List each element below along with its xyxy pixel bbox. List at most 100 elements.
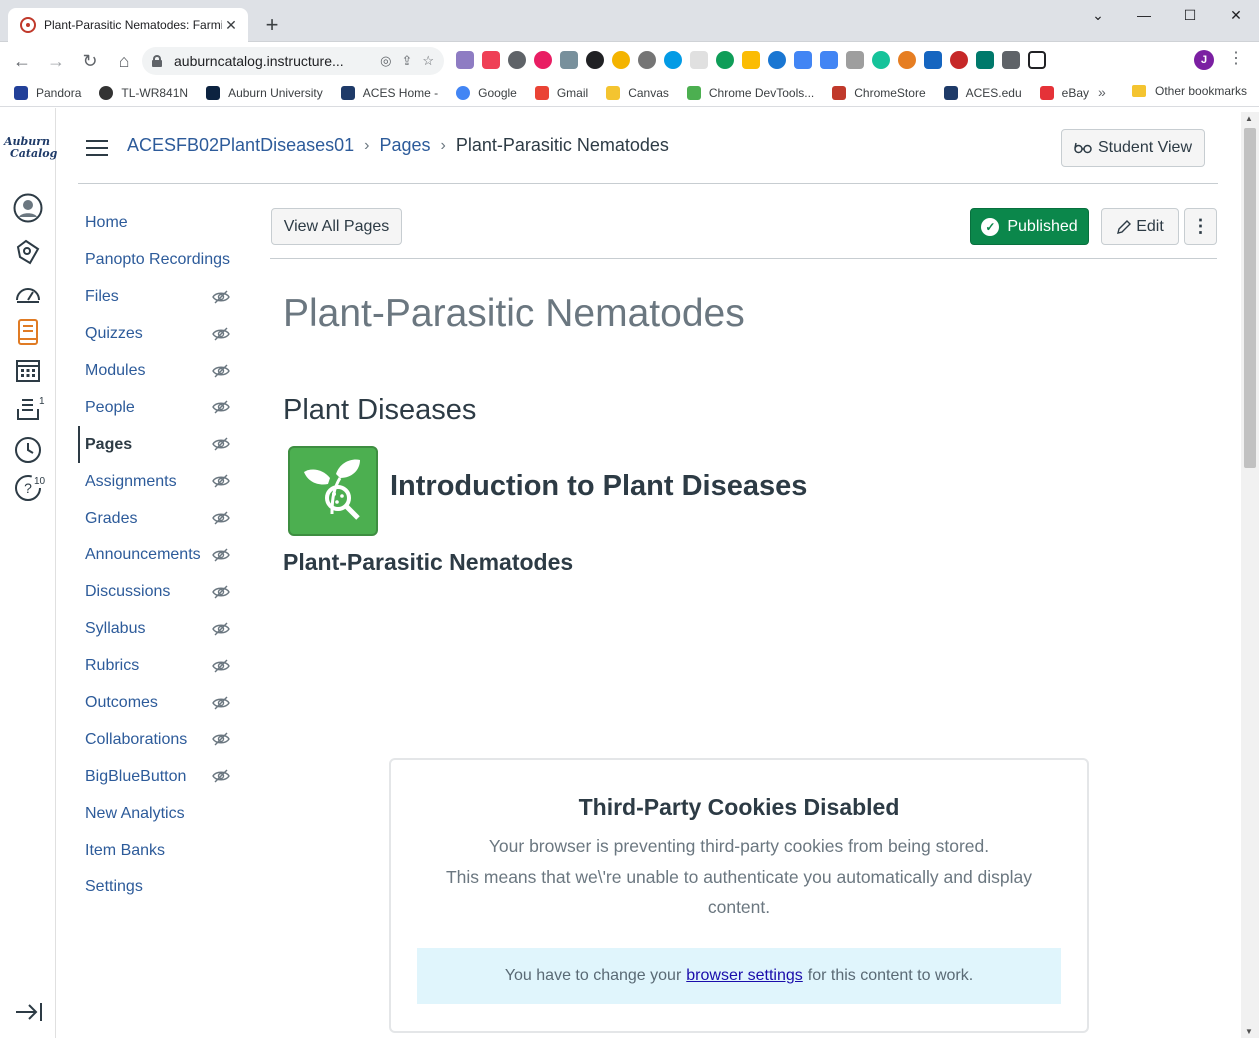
lock-icon[interactable] [152,55,162,67]
more-options-button[interactable]: ⋮ [1184,208,1217,245]
forward-icon[interactable]: → [40,45,72,77]
home-icon[interactable]: ⌂ [108,45,140,77]
browser-tab[interactable]: Plant-Parasitic Nematodes: Farmi ✕ [8,8,248,42]
course-nav-bigbluebutton[interactable]: BigBlueButton [78,758,248,795]
course-nav-pages[interactable]: Pages [78,426,248,464]
student-view-button[interactable]: Student View [1061,129,1205,167]
expand-nav-icon[interactable] [14,1000,44,1024]
extension-icon[interactable] [794,51,812,69]
course-nav-quizzes[interactable]: Quizzes [78,316,248,353]
grammarly-icon[interactable] [872,51,890,69]
course-nav-outcomes[interactable]: Outcomes [78,685,248,722]
bookmark-acesedu[interactable]: ACES.edu [943,86,1022,100]
close-window-icon[interactable]: ✕ [1213,0,1259,30]
canvas-favicon-icon [20,17,36,33]
url-text[interactable]: auburncatalog.instructure... [174,53,380,69]
bookmark-ebay[interactable]: eBay [1039,86,1089,100]
extension-icon[interactable] [716,51,734,69]
browser-settings-link[interactable]: browser settings [686,967,803,985]
puzzle-icon[interactable] [1002,51,1020,69]
minimize-icon[interactable]: — [1121,0,1167,30]
translate-icon[interactable] [820,51,838,69]
auburn-catalog-logo[interactable]: Auburn Catalog [4,136,57,160]
course-nav-files[interactable]: Files [78,279,248,316]
extension-icon[interactable] [664,51,682,69]
published-button[interactable]: ✓ Published [970,208,1089,245]
course-nav-discussions[interactable]: Discussions [78,574,248,611]
extension-icon[interactable] [898,51,916,69]
bookmark-chromestore[interactable]: ChromeStore [832,86,926,100]
color-picker-icon[interactable] [534,51,552,69]
scroll-down-icon[interactable]: ▼ [1245,1027,1253,1036]
scroll-thumb[interactable] [1244,128,1256,468]
tracking-off-icon[interactable]: ◎ [380,53,391,69]
courses-book-icon[interactable] [12,316,44,348]
course-nav-label: BigBlueButton [85,767,187,785]
browser-menu-icon[interactable]: ⋮ [1228,48,1244,68]
course-nav-grades[interactable]: Grades [78,500,248,537]
history-clock-icon[interactable] [12,434,44,466]
edit-button[interactable]: Edit [1101,208,1179,245]
course-nav-syllabus[interactable]: Syllabus [78,611,248,648]
extension-icon[interactable] [768,51,786,69]
calendar-icon[interactable] [12,354,44,386]
drive-icon[interactable] [742,51,760,69]
bookmark-canvas[interactable]: Canvas [606,86,669,100]
course-nav-assignments[interactable]: Assignments [78,463,248,500]
close-tab-icon[interactable]: ✕ [222,16,240,34]
extension-icon[interactable] [924,51,942,69]
page-scrollbar[interactable]: ▲ ▼ [1241,112,1259,1038]
view-all-pages-button[interactable]: View All Pages [271,208,402,245]
bookmark-pandora[interactable]: Pandora [14,86,81,100]
extension-icon[interactable] [690,51,708,69]
maximize-icon[interactable]: ☐ [1167,0,1213,30]
eyedropper-icon[interactable] [560,51,578,69]
course-nav-home[interactable]: Home [78,205,248,242]
course-nav-item-banks[interactable]: Item Banks [78,832,248,869]
course-nav-modules[interactable]: Modules [78,353,248,390]
breadcrumb-pages[interactable]: Pages [379,135,430,156]
youtube-icon[interactable] [950,51,968,69]
window-collapse-icon[interactable]: ⌄ [1075,0,1121,30]
dashboard-icon[interactable] [12,278,44,310]
bookmark-aces-home[interactable]: ACES Home - [340,86,438,100]
hidden-eye-icon [212,696,230,710]
admin-shield-icon[interactable] [12,236,44,268]
course-nav-new-analytics[interactable]: New Analytics [78,795,248,832]
side-panel-icon[interactable] [1028,51,1046,69]
course-nav-collaborations[interactable]: Collaborations [78,721,248,758]
course-nav-rubrics[interactable]: Rubrics [78,648,248,685]
course-nav-people[interactable]: People [78,389,248,426]
wordpress-icon[interactable] [508,51,526,69]
hamburger-menu-icon[interactable] [86,140,108,156]
address-bar[interactable]: auburncatalog.instructure... ◎ ⇪ ☆ [142,47,444,75]
extension-icon[interactable] [612,51,630,69]
other-bookmarks[interactable]: Other bookmarks [1132,84,1247,98]
scroll-up-icon[interactable]: ▲ [1245,114,1253,123]
extension-icon[interactable] [976,51,994,69]
bookmark-google[interactable]: Google [456,86,517,100]
breadcrumb-course[interactable]: ACESFB02PlantDiseases01 [127,135,354,156]
account-icon[interactable] [12,192,44,224]
pocket-icon[interactable] [482,51,500,69]
reload-icon[interactable]: ↻ [74,45,106,77]
bookmark-auburn[interactable]: Auburn University [206,86,323,100]
extensions-bar [456,51,1046,69]
bookmark-gmail[interactable]: Gmail [534,86,588,100]
profile-avatar[interactable]: J [1194,50,1214,70]
bookmark-tplink[interactable]: TL-WR841N [99,86,188,100]
extension-icon[interactable] [846,51,864,69]
course-nav-label: New Analytics [85,804,185,822]
settings-extension-icon[interactable] [638,51,656,69]
course-nav-announcements[interactable]: Announcements [78,537,248,574]
bookmark-star-icon[interactable]: ☆ [422,53,434,69]
grammar-icon[interactable] [586,51,604,69]
back-icon[interactable]: ← [6,45,38,77]
course-nav-panopto-recordings[interactable]: Panopto Recordings [78,242,248,279]
more-bookmarks-icon[interactable]: » [1098,84,1106,100]
bookmark-devtools[interactable]: Chrome DevTools... [686,86,814,100]
course-nav-settings[interactable]: Settings [78,869,248,906]
share-icon[interactable]: ⇪ [401,53,412,69]
extension-icon[interactable] [456,51,474,69]
new-tab-button[interactable]: + [260,13,284,37]
